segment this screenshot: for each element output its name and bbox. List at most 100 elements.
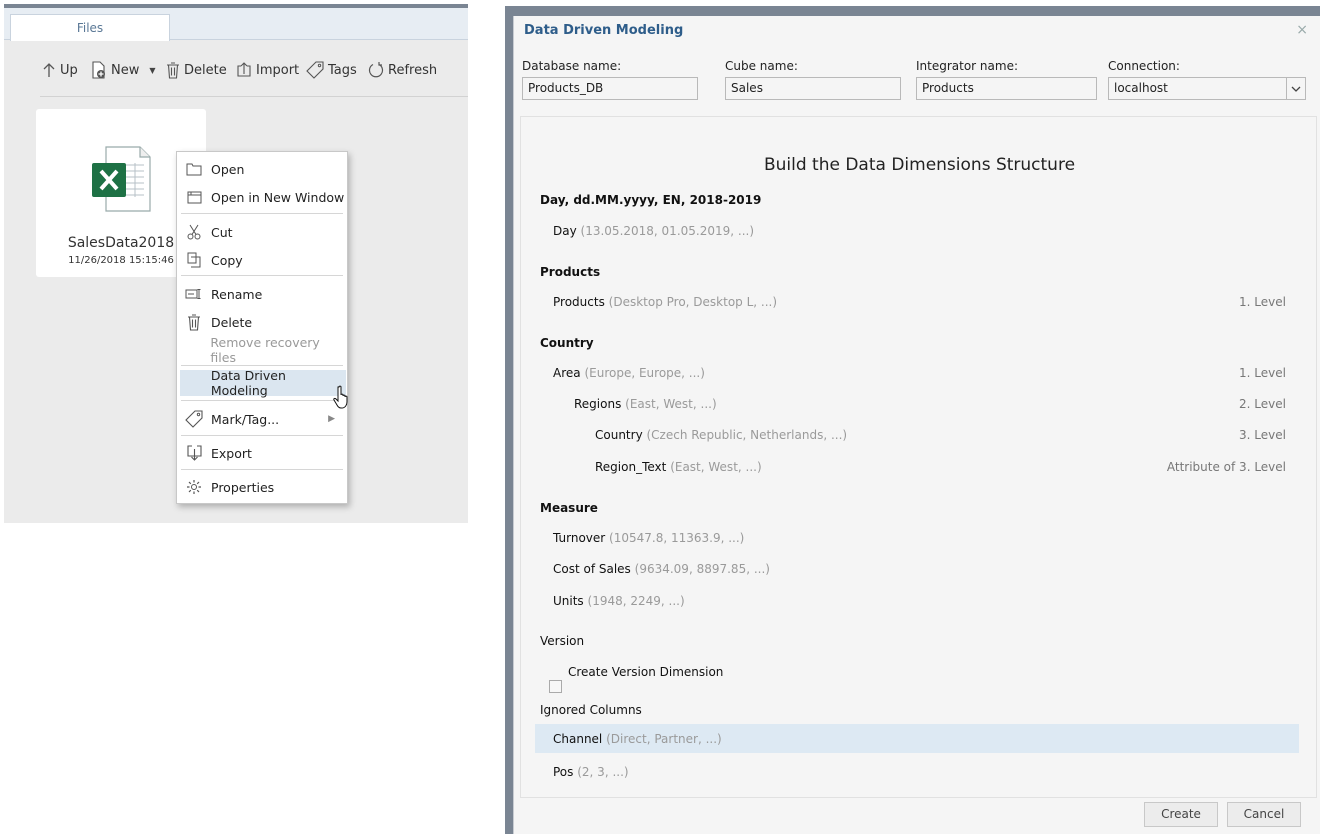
dimension-examples: (2, 3, ...) — [577, 765, 629, 779]
tags-label: Tags — [328, 62, 357, 78]
scissors-icon — [187, 224, 201, 240]
menu-item-open[interactable]: Open — [177, 156, 347, 182]
new-button[interactable]: New ▼ — [91, 60, 156, 80]
export-icon — [186, 445, 202, 461]
delete-button[interactable]: Delete — [166, 60, 227, 80]
dimension-examples: (East, West, ...) — [670, 460, 762, 474]
tag-icon — [185, 410, 203, 428]
version-checkbox[interactable] — [549, 680, 562, 693]
cube-name-label: Cube name: — [725, 59, 798, 73]
menu-item-rename[interactable]: Rename — [177, 281, 347, 307]
menu-item-remove-recovery: Remove recovery files — [177, 335, 347, 365]
menu-item-cut[interactable]: Cut — [177, 219, 347, 245]
menu-label-delete: Delete — [211, 314, 253, 330]
level-label: 2. Level — [1239, 397, 1286, 411]
level-label: Attribute of 3. Level — [1166, 460, 1286, 474]
tab-strip: Files — [4, 8, 468, 41]
import-label: Import — [256, 62, 300, 78]
dialog-title: Data Driven Modeling — [524, 23, 684, 38]
group-title-day: Day, dd.MM.yyyy, EN, 2018-2019 — [540, 193, 762, 207]
dimension-row[interactable]: Turnover (10547.8, 11363.9, ...) — [553, 531, 744, 545]
dimension-row[interactable]: Units (1948, 2249, ...) — [553, 594, 685, 608]
dimension-row[interactable]: Area (Europe, Europe, ...) — [553, 366, 705, 380]
dimension-name: Region_Text — [595, 460, 667, 474]
menu-label-data-driven-modeling: Data Driven Modeling — [210, 368, 286, 398]
dimension-row[interactable]: Regions (East, West, ...) — [574, 397, 717, 411]
new-label: New — [111, 62, 140, 78]
close-icon[interactable]: × — [1296, 22, 1308, 38]
dimension-row[interactable]: Pos (2, 3, ...) — [553, 765, 629, 779]
menu-separator — [181, 275, 343, 276]
menu-item-delete[interactable]: Delete — [177, 309, 347, 335]
menu-item-open-new-window[interactable]: Open in New Window — [177, 184, 347, 210]
menu-separator — [181, 400, 343, 401]
dimension-row[interactable]: Products (Desktop Pro, Desktop L, ...) — [553, 295, 777, 309]
tags-button[interactable]: Tags — [306, 60, 357, 80]
arrow-up-icon — [43, 63, 55, 77]
menu-label-copy: Copy — [211, 252, 243, 268]
menu-label-export: Export — [211, 445, 252, 461]
dimension-row[interactable]: Channel (Direct, Partner, ...) — [553, 732, 722, 746]
menu-item-properties[interactable]: Properties — [177, 474, 347, 500]
toolbar: Up New ▼ Delete Import Tags Refresh — [4, 52, 468, 88]
new-dropdown-icon[interactable]: ▼ — [149, 66, 155, 75]
integrator-name-input[interactable]: Products — [916, 77, 1097, 100]
group-title-version: Version — [540, 634, 585, 648]
gear-icon — [187, 480, 201, 494]
refresh-icon — [368, 62, 384, 78]
connection-select[interactable]: localhost — [1108, 77, 1306, 100]
panel-heading: Build the Data Dimensions Structure — [763, 155, 1076, 175]
menu-item-export[interactable]: Export — [177, 440, 347, 466]
excel-file-icon — [92, 146, 151, 212]
menu-label-properties: Properties — [211, 479, 275, 495]
up-label: Up — [60, 62, 78, 78]
version-checkbox-label[interactable]: Create Version Dimension — [568, 665, 723, 679]
menu-item-mark-tag[interactable]: Mark/Tag... ▶ — [177, 406, 347, 432]
level-label: 1. Level — [1239, 366, 1286, 380]
dimension-row[interactable]: Region_Text (East, West, ...) — [595, 460, 762, 474]
folder-icon — [186, 163, 202, 175]
dimension-examples: (Desktop Pro, Desktop L, ...) — [608, 295, 778, 309]
group-title-country: Country — [540, 336, 594, 350]
menu-label-remove-recovery: Remove recovery files — [210, 335, 320, 365]
menu-item-copy[interactable]: Copy — [177, 247, 347, 273]
chevron-down-icon[interactable] — [1286, 78, 1305, 99]
refresh-label: Refresh — [388, 62, 438, 78]
menu-separator — [181, 469, 343, 470]
file-browser-panel: Files Up New ▼ Delete Import Tags Refres… — [4, 4, 468, 523]
dimension-name: Products — [553, 295, 605, 309]
context-menu: Open Open in New Window Cut Copy Rename … — [176, 151, 348, 504]
import-button[interactable]: Import — [236, 60, 299, 80]
create-button[interactable]: Create — [1144, 802, 1218, 827]
group-title-products: Products — [540, 265, 601, 279]
dimensions-panel: Build the Data Dimensions Structure Day,… — [520, 116, 1317, 798]
dimension-row[interactable]: Day (13.05.2018, 01.05.2019, ...) — [553, 224, 754, 238]
dimension-examples: (Czech Republic, Netherlands, ...) — [646, 428, 848, 442]
submenu-arrow-icon: ▶ — [328, 414, 335, 424]
database-name-input[interactable]: Products_DB — [522, 77, 698, 100]
tag-icon — [306, 61, 324, 79]
window-top-bar — [505, 6, 1320, 16]
group-title-measure: Measure — [540, 501, 598, 515]
menu-label-open-new-window: Open in New Window — [211, 189, 345, 205]
new-file-icon — [92, 61, 105, 79]
dimension-name: Day — [553, 224, 577, 238]
connection-value: localhost — [1114, 81, 1168, 95]
import-icon — [237, 62, 251, 77]
dimension-name: Country — [595, 428, 643, 442]
connection-label: Connection: — [1108, 59, 1180, 73]
cancel-button[interactable]: Cancel — [1227, 802, 1301, 827]
dimension-row[interactable]: Country (Czech Republic, Netherlands, ..… — [595, 428, 847, 442]
tab-files[interactable]: Files — [10, 14, 170, 41]
dimension-row[interactable]: Cost of Sales (9634.09, 8897.85, ...) — [553, 562, 770, 576]
refresh-button[interactable]: Refresh — [368, 60, 437, 80]
level-label: 1. Level — [1239, 295, 1286, 309]
dimension-examples: (13.05.2018, 01.05.2019, ...) — [580, 224, 755, 238]
dimension-name: Area — [553, 366, 581, 380]
cube-name-input[interactable]: Sales — [725, 77, 901, 100]
up-button[interactable]: Up — [42, 60, 78, 80]
trash-icon — [167, 61, 179, 79]
menu-separator — [181, 213, 343, 214]
rename-icon — [185, 289, 201, 299]
menu-item-data-driven-modeling[interactable]: Data Driven Modeling — [180, 368, 346, 398]
